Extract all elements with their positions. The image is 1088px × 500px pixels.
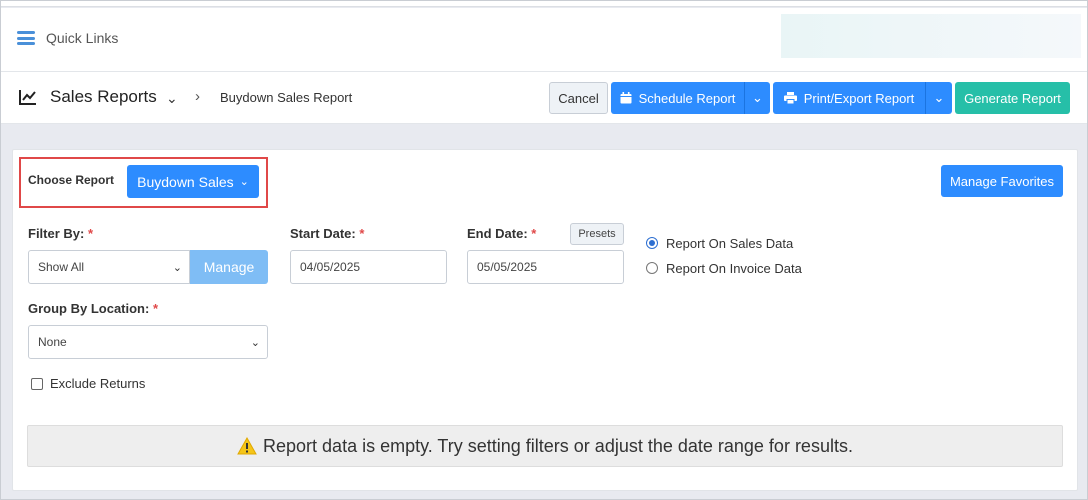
page-header: Sales Reports ⌄ › Buydown Sales Report C… — [1, 72, 1087, 124]
filter-by-select[interactable]: Show All ⌄ — [28, 250, 190, 284]
manage-filter-button[interactable]: Manage — [190, 250, 268, 284]
generate-report-button[interactable]: Generate Report — [955, 82, 1070, 114]
banner-area — [781, 14, 1081, 58]
group-by-label-text: Group By Location: — [28, 301, 150, 316]
report-on-invoice-radio[interactable] — [646, 262, 658, 274]
start-date-input[interactable]: 04/05/2025 — [290, 250, 447, 284]
printer-icon — [783, 92, 797, 104]
empty-report-message: Report data is empty. Try setting filter… — [27, 425, 1063, 467]
line-chart-icon — [19, 90, 36, 105]
hamburger-menu-icon[interactable] — [17, 31, 35, 45]
filter-by-label: Filter By: * — [28, 226, 93, 241]
report-on-invoice-label[interactable]: Report On Invoice Data — [666, 261, 802, 276]
chevron-down-icon: ⌄ — [752, 90, 763, 105]
filter-by-value: Show All — [38, 260, 85, 274]
chevron-down-icon[interactable]: ⌄ — [166, 90, 178, 107]
manage-favorites-button[interactable]: Manage Favorites — [941, 165, 1063, 197]
presets-button[interactable]: Presets — [570, 223, 624, 245]
start-date-label-text: Start Date: — [290, 226, 356, 241]
end-date-input[interactable]: 05/05/2025 — [467, 250, 624, 284]
group-by-value: None — [38, 335, 67, 349]
empty-report-text: Report data is empty. Try setting filter… — [263, 435, 853, 456]
app-window: Quick Links Sales Reports ⌄ › Buydown Sa… — [0, 0, 1088, 500]
report-filters-card: Choose Report Buydown Sales ⌄ Manage Fav… — [12, 149, 1078, 491]
print-export-dropdown-button[interactable]: ⌄ — [925, 82, 952, 114]
chevron-down-icon: ⌄ — [250, 337, 260, 349]
required-mark: * — [531, 226, 537, 241]
exclude-returns-label[interactable]: Exclude Returns — [50, 376, 145, 391]
chevron-down-icon: ⌄ — [172, 262, 182, 274]
print-export-label: Print/Export Report — [803, 90, 915, 106]
schedule-report-button[interactable]: Schedule Report — [611, 82, 744, 114]
choose-report-dropdown[interactable]: Buydown Sales ⌄ — [127, 165, 259, 198]
top-bar — [1, 1, 1087, 7]
quick-links-label[interactable]: Quick Links — [46, 30, 118, 46]
required-mark: * — [87, 226, 94, 241]
schedule-dropdown-button[interactable]: ⌄ — [744, 82, 770, 114]
choose-report-value: Buydown Sales — [137, 173, 234, 190]
warning-icon — [237, 437, 257, 455]
print-export-button[interactable]: Print/Export Report — [773, 82, 925, 114]
quick-links-bar: Quick Links — [1, 8, 1087, 72]
group-by-select[interactable]: None ⌄ — [28, 325, 268, 359]
end-date-label: End Date: * — [467, 226, 536, 241]
schedule-report-label: Schedule Report — [638, 90, 736, 106]
filter-by-label-text: Filter By: — [28, 226, 85, 241]
calendar-icon — [620, 92, 632, 104]
required-mark: * — [359, 226, 365, 241]
report-on-sales-radio[interactable] — [646, 237, 658, 249]
group-by-label: Group By Location: * — [28, 301, 158, 316]
end-date-label-text: End Date: — [467, 226, 528, 241]
exclude-returns-checkbox[interactable] — [31, 378, 43, 390]
choose-report-label: Choose Report — [28, 173, 115, 187]
report-on-sales-label[interactable]: Report On Sales Data — [666, 236, 793, 251]
required-mark: * — [152, 301, 159, 316]
chevron-down-icon: ⌄ — [239, 176, 249, 188]
breadcrumb: Buydown Sales Report — [220, 90, 353, 105]
chevron-right-icon: › — [195, 88, 200, 105]
start-date-label: Start Date: * — [290, 226, 364, 241]
page-title[interactable]: Sales Reports — [50, 87, 157, 107]
cancel-button[interactable]: Cancel — [549, 82, 608, 114]
chevron-down-icon: ⌄ — [933, 90, 945, 105]
